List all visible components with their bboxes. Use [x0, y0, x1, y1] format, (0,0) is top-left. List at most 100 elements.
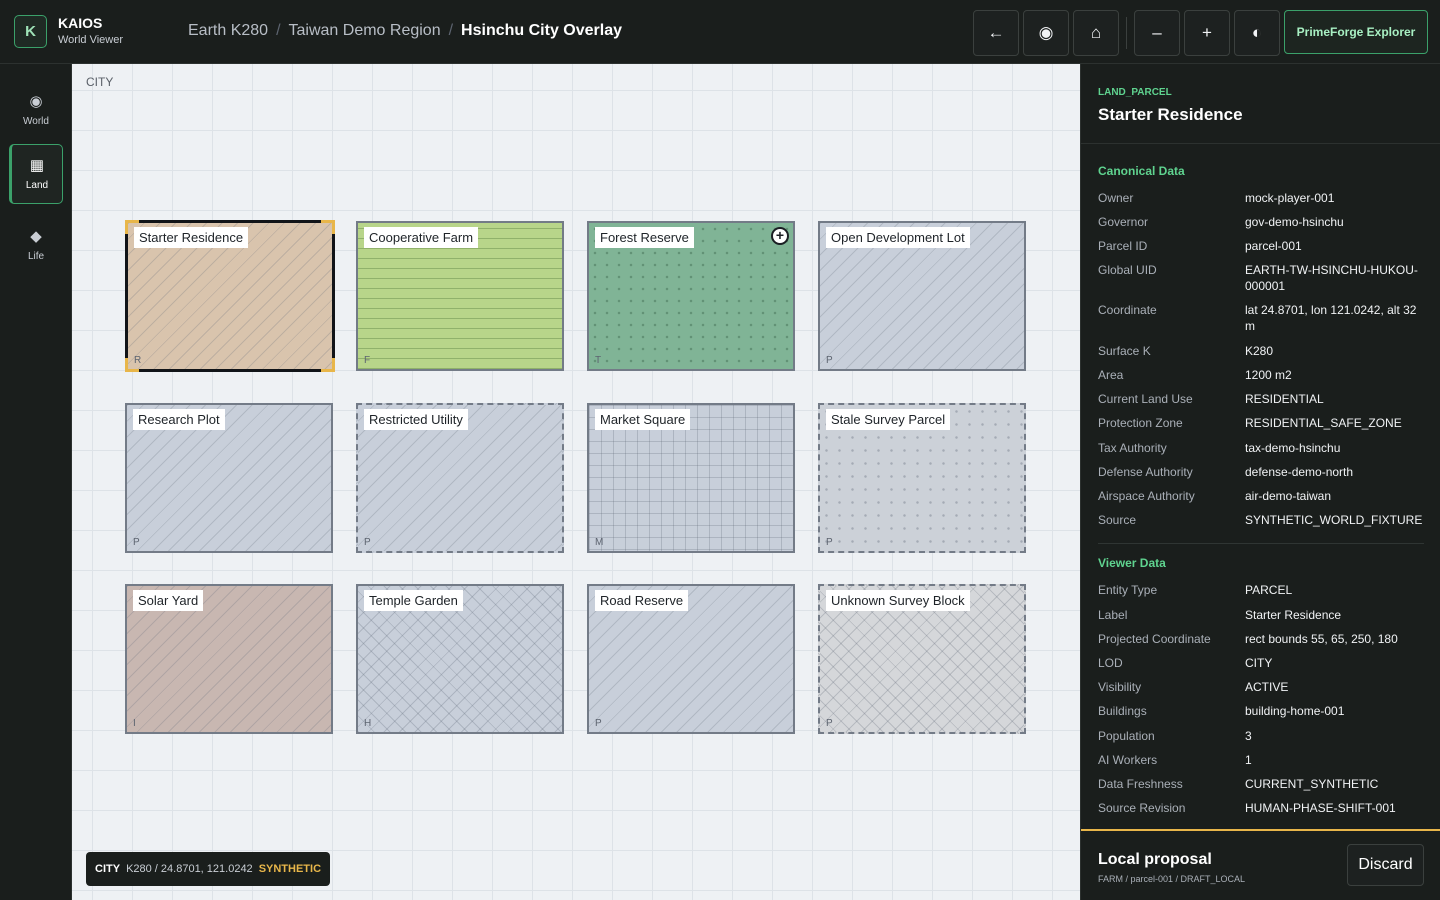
parcel-label: Market Square	[595, 409, 691, 430]
parcel-label: Road Reserve	[595, 590, 689, 611]
add-circle-icon[interactable]: +	[771, 227, 789, 245]
nav-item-land[interactable]: ▦ Land	[9, 144, 63, 204]
divider	[1081, 143, 1440, 144]
kv-row: Buildings building-home-001	[1098, 703, 1428, 728]
kv-key: Population	[1098, 729, 1155, 743]
parcel-label: Open Development Lot	[826, 227, 970, 248]
kv-row: Global UID EARTH-TW-HSINCHU-HUKOU-000001	[1098, 262, 1428, 302]
viewer-data-list: Entity Type PARCEL Label Starter Residence P…	[1098, 582, 1428, 824]
breadcrumb-region[interactable]: Taiwan Demo Region	[289, 22, 441, 40]
selection-handle[interactable]	[321, 358, 335, 372]
parcel-research-plot[interactable]: Research Plot P	[125, 403, 333, 553]
parcel-code: P	[826, 355, 833, 366]
parcel-market-square[interactable]: Market Square M	[587, 403, 795, 553]
parcel-label: Stale Survey Parcel	[826, 409, 951, 430]
parcel-code: P	[364, 537, 371, 548]
home-icon: ⌂	[1090, 23, 1102, 42]
app-logo[interactable]: K	[14, 15, 47, 48]
kv-key: Global UID	[1098, 263, 1157, 277]
kv-row: Source Revision HUMAN-PHASE-SHIFT-001	[1098, 800, 1428, 824]
parcel-code: P	[133, 537, 140, 548]
home-button[interactable]: ⌂	[1073, 10, 1119, 56]
kv-value: CURRENT_SYNTHETIC	[1245, 777, 1379, 791]
parcel-stale-survey-parcel[interactable]: Stale Survey Parcel P	[818, 403, 1026, 553]
discard-button[interactable]: Discard	[1347, 844, 1424, 886]
back-button[interactable]: ←	[973, 10, 1019, 56]
kv-key: Governor	[1098, 215, 1149, 229]
target-icon: ◉	[1038, 23, 1054, 42]
kv-value: tax-demo-hsinchu	[1245, 441, 1341, 455]
kv-key: Visibility	[1098, 680, 1142, 694]
breadcrumb-current: Hsinchu City Overlay	[461, 22, 622, 39]
parcel-label: Starter Residence	[134, 227, 249, 248]
arrow-left-icon: ←	[987, 23, 1005, 42]
globe-icon: ◉	[29, 93, 43, 110]
kv-row: Source SYNTHETIC_WORLD_FIXTURE	[1098, 512, 1428, 536]
breadcrumb-separator: /	[276, 22, 281, 39]
kv-value: air-demo-taiwan	[1245, 489, 1332, 503]
status-coordinates: K280 / 24.8701, 121.0242	[126, 863, 253, 875]
primeforge-explorer-button[interactable]: PrimeForge Explorer	[1284, 10, 1428, 54]
left-nav: ◉ World ▦ Land ◆ Life	[0, 64, 72, 900]
kv-value: 3	[1245, 729, 1252, 743]
zoom-out-button[interactable]: –	[1134, 10, 1180, 56]
parcel-temple-garden[interactable]: Temple Garden H	[356, 584, 564, 734]
parcel-solar-yard[interactable]: Solar Yard I	[125, 584, 333, 734]
breadcrumb-earth[interactable]: Earth K280	[188, 22, 268, 40]
kv-value: 1	[1245, 753, 1252, 767]
kv-key: Airspace Authority	[1098, 489, 1195, 503]
canonical-data-heading: Canonical Data	[1098, 164, 1185, 178]
recenter-button[interactable]: ◉	[1023, 10, 1069, 56]
nav-item-life[interactable]: ◆ Life	[9, 215, 63, 275]
kv-key: Owner	[1098, 191, 1134, 205]
kv-key: Source	[1098, 513, 1137, 527]
nav-item-world[interactable]: ◉ World	[9, 80, 63, 140]
kv-row: Data Freshness CURRENT_SYNTHETIC	[1098, 776, 1428, 800]
parcel-label: Restricted Utility	[364, 409, 468, 430]
kv-value: gov-demo-hsinchu	[1245, 215, 1344, 229]
kv-key: LOD	[1098, 656, 1123, 670]
parcel-label: Cooperative Farm	[364, 227, 479, 248]
map-canvas[interactable]: CITY Starter Residence R Cooperative Far…	[72, 64, 1080, 900]
parcel-cooperative-farm[interactable]: Cooperative Farm F	[356, 221, 564, 371]
parcel-open-development-lot[interactable]: Open Development Lot P	[818, 221, 1026, 371]
selection-handle[interactable]	[321, 220, 335, 234]
kv-row: Surface K K280	[1098, 343, 1428, 367]
kv-key: Current Land Use	[1098, 392, 1193, 406]
kv-value: EARTH-TW-HSINCHU-HUKOU-000001	[1245, 263, 1418, 293]
parcel-unknown-survey-block[interactable]: Unknown Survey Block P	[818, 584, 1026, 734]
kv-row: Population 3	[1098, 728, 1428, 752]
kv-value: RESIDENTIAL_SAFE_ZONE	[1245, 416, 1402, 430]
kv-row: Tax Authority tax-demo-hsinchu	[1098, 440, 1428, 464]
parcel-starter-residence[interactable]: Starter Residence R	[125, 220, 335, 372]
parcel-code: T	[595, 355, 602, 366]
nav-item-label: Life	[27, 251, 45, 262]
kv-row: Governor gov-demo-hsinchu	[1098, 214, 1428, 238]
inspector-panel: LAND_PARCEL Starter Residence Canonical …	[1080, 64, 1440, 900]
parcel-code: I	[133, 718, 136, 729]
parcel-forest-reserve[interactable]: Forest Reserve + T	[587, 221, 795, 371]
contrast-icon: ◐	[1251, 23, 1263, 42]
parcel-restricted-utility[interactable]: Restricted Utility P	[356, 403, 564, 553]
parcel-code: F	[364, 355, 371, 366]
kv-value: K280	[1245, 344, 1274, 358]
kv-row: LOD CITY	[1098, 655, 1428, 679]
breadcrumb: Earth K280 / Taiwan Demo Region / Hsinch…	[188, 22, 622, 40]
kv-value: mock-player-001	[1245, 191, 1335, 205]
kv-key: Coordinate	[1098, 303, 1157, 317]
zoom-in-button[interactable]: +	[1184, 10, 1230, 56]
parcel-code: R	[134, 355, 142, 366]
kv-value: lat 24.8701, lon 121.0242, alt 32 m	[1245, 303, 1417, 333]
parcel-road-reserve[interactable]: Road Reserve P	[587, 584, 795, 734]
app-name: KAIOS	[58, 15, 103, 31]
kv-value: 1200 m2	[1245, 368, 1292, 382]
contrast-toggle-button[interactable]: ◐	[1234, 10, 1280, 56]
kv-row: Current Land Use RESIDENTIAL	[1098, 391, 1428, 415]
kv-row: Visibility ACTIVE	[1098, 679, 1428, 703]
kv-value: rect bounds 55, 65, 250, 180	[1245, 632, 1398, 646]
kv-value: PARCEL	[1245, 583, 1293, 597]
kv-value: parcel-001	[1245, 239, 1302, 253]
kv-value: HUMAN-PHASE-SHIFT-001	[1245, 801, 1396, 815]
proposal-title: Local proposal	[1098, 851, 1212, 868]
app-subtitle: World Viewer	[58, 34, 124, 46]
